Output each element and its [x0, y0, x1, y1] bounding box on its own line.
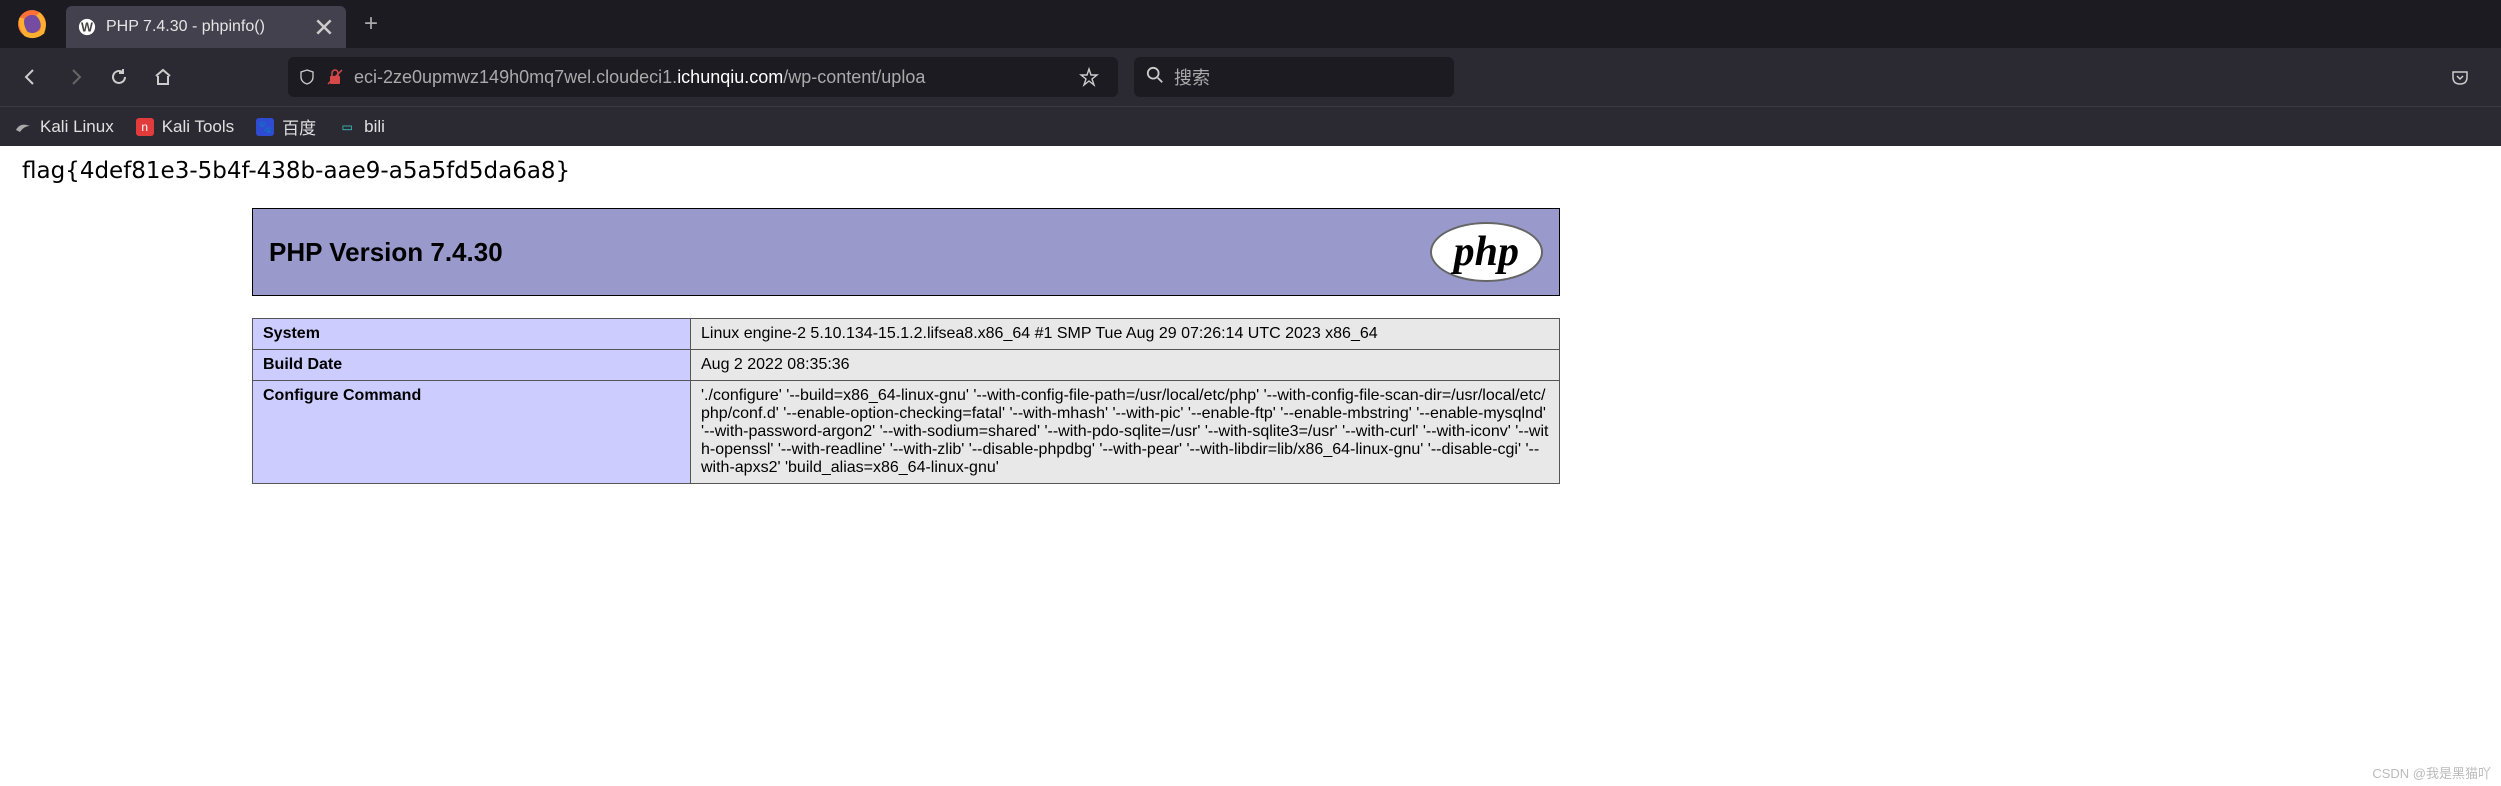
phpinfo-table: System Linux engine-2 5.10.134-15.1.2.li…: [252, 318, 1560, 484]
svg-text:W: W: [81, 21, 93, 35]
bookmarks-bar: Kali Linux n Kali Tools 🐾 百度 ▭ bili: [0, 106, 2501, 146]
bookmark-label: Kali Tools: [162, 117, 234, 137]
row-value: Aug 2 2022 08:35:36: [691, 350, 1560, 381]
php-logo: php: [1430, 222, 1543, 282]
phpinfo-container: PHP Version 7.4.30 php System Linux engi…: [252, 208, 1560, 484]
page-content: flag{4def81e3-5b4f-438b-aae9-a5a5fd5da6a…: [0, 146, 2501, 496]
bookmark-label: Kali Linux: [40, 117, 114, 137]
bookmark-kali-linux[interactable]: Kali Linux: [14, 117, 114, 137]
kali-icon: [14, 118, 32, 136]
php-version-title: PHP Version 7.4.30: [269, 237, 503, 268]
search-placeholder: 搜索: [1174, 64, 1210, 90]
back-button[interactable]: [12, 58, 50, 96]
url-prefix: eci-2ze0upmwz149h0mq7wel.cloudeci1.: [354, 67, 677, 87]
bookmark-label: bili: [364, 117, 385, 137]
pocket-icon[interactable]: [2441, 58, 2479, 96]
bookmark-bili[interactable]: ▭ bili: [338, 117, 385, 137]
row-key: Build Date: [253, 350, 691, 381]
lock-icon: [326, 68, 344, 86]
row-value: Linux engine-2 5.10.134-15.1.2.lifsea8.x…: [691, 319, 1560, 350]
browser-tab[interactable]: W PHP 7.4.30 - phpinfo(): [66, 6, 346, 48]
url-text: eci-2ze0upmwz149h0mq7wel.cloudeci1.ichun…: [354, 67, 1060, 88]
close-icon[interactable]: [314, 17, 334, 37]
bookmark-kali-tools[interactable]: n Kali Tools: [136, 117, 234, 137]
watermark: CSDN @我是黑猫吖: [2372, 763, 2491, 782]
wordpress-icon: W: [78, 18, 96, 36]
url-bar[interactable]: eci-2ze0upmwz149h0mq7wel.cloudeci1.ichun…: [288, 57, 1118, 97]
table-row: System Linux engine-2 5.10.134-15.1.2.li…: [253, 319, 1560, 350]
bili-icon: ▭: [338, 118, 356, 136]
search-bar[interactable]: 搜索: [1134, 57, 1454, 97]
row-key: Configure Command: [253, 381, 691, 484]
firefox-icon: [16, 8, 48, 40]
forward-button[interactable]: [56, 58, 94, 96]
table-row: Configure Command './configure' '--build…: [253, 381, 1560, 484]
nav-bar: eci-2ze0upmwz149h0mq7wel.cloudeci1.ichun…: [0, 48, 2501, 106]
search-icon: [1146, 66, 1164, 89]
kali-tools-icon: n: [136, 118, 154, 136]
tab-title: PHP 7.4.30 - phpinfo(): [106, 18, 306, 36]
bookmark-label: 百度: [282, 114, 316, 139]
reload-button[interactable]: [100, 58, 138, 96]
table-row: Build Date Aug 2 2022 08:35:36: [253, 350, 1560, 381]
browser-chrome: W PHP 7.4.30 - phpinfo() +: [0, 0, 2501, 146]
php-header: PHP Version 7.4.30 php: [252, 208, 1560, 296]
bookmark-baidu[interactable]: 🐾 百度: [256, 114, 316, 139]
shield-icon: [298, 68, 316, 86]
home-button[interactable]: [144, 58, 182, 96]
row-key: System: [253, 319, 691, 350]
url-domain: ichunqiu.com: [677, 67, 783, 87]
flag-text: flag{4def81e3-5b4f-438b-aae9-a5a5fd5da6a…: [22, 158, 2479, 184]
toolbar-right: [2441, 58, 2489, 96]
tab-strip: W PHP 7.4.30 - phpinfo() +: [0, 0, 2501, 48]
row-value: './configure' '--build=x86_64-linux-gnu'…: [691, 381, 1560, 484]
new-tab-button[interactable]: +: [346, 10, 396, 38]
baidu-icon: 🐾: [256, 118, 274, 136]
url-suffix: /wp-content/uploa: [783, 67, 925, 87]
bookmark-star-icon[interactable]: [1070, 58, 1108, 96]
